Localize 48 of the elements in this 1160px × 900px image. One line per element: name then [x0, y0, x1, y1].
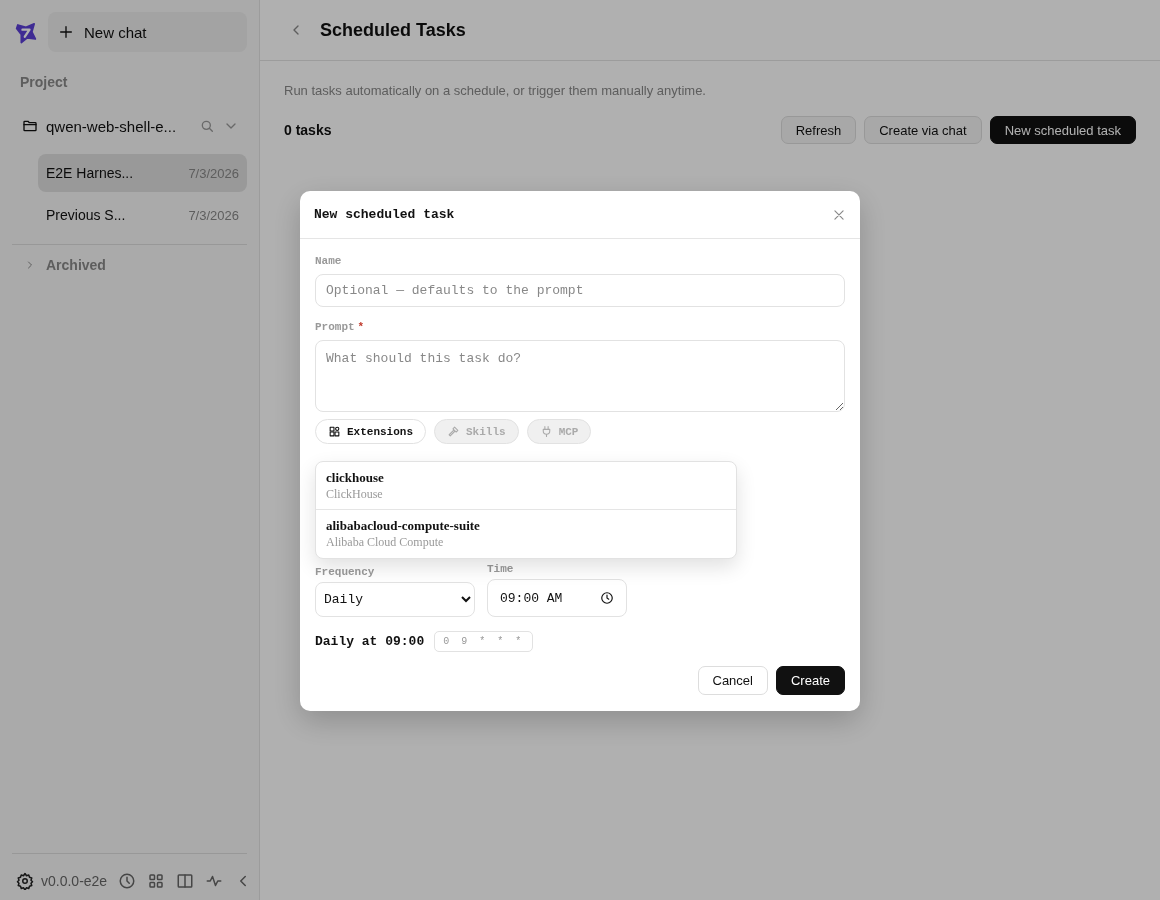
- columns-icon[interactable]: [176, 872, 195, 890]
- section-label: Project: [20, 74, 69, 90]
- prompt-field[interactable]: What should this task do?: [315, 340, 845, 412]
- option-name: clickhouse: [326, 470, 385, 486]
- session-date: 7/3/2026: [188, 165, 239, 181]
- history-icon[interactable]: [118, 872, 137, 890]
- filter-chip[interactable]: Extensions: [315, 419, 426, 444]
- field-label: Time: [487, 563, 515, 575]
- close-icon[interactable]: [832, 207, 846, 222]
- page-title: Scheduled Tasks: [320, 19, 466, 41]
- option-description: Alibaba Cloud Compute: [326, 535, 445, 550]
- action-button[interactable]: Refresh: [780, 116, 857, 144]
- session-title: Previous S...: [46, 207, 126, 223]
- field-label: Name: [315, 255, 343, 267]
- blocks-icon: [328, 425, 341, 438]
- schedule-summary: Daily at 09:00: [315, 634, 425, 649]
- frequency-select[interactable]: Daily: [315, 582, 475, 617]
- option-description: ClickHouse: [326, 487, 384, 502]
- create-button[interactable]: Create: [775, 666, 845, 695]
- plus-icon: [58, 24, 74, 40]
- new-task-button[interactable]: New scheduled task: [989, 116, 1136, 144]
- clock-icon: [600, 591, 614, 605]
- option-name: alibabacloud-compute-suite: [326, 518, 481, 534]
- cron-expression: 0 9 * * *: [434, 631, 534, 652]
- field-label: Prompt: [315, 321, 355, 333]
- settings-icon[interactable]: [16, 872, 34, 890]
- session-date: 7/3/2026: [188, 207, 239, 223]
- session-item[interactable]: E2E Harnes... 7/3/2026: [38, 154, 247, 192]
- folder-icon: [22, 118, 38, 134]
- dialog-title: New scheduled task: [314, 207, 455, 222]
- project-name[interactable]: qwen-web-shell-e...: [46, 117, 191, 135]
- new-chat-button[interactable]: New chat: [48, 12, 247, 52]
- name-field[interactable]: Optional — defaults to the prompt: [315, 274, 845, 307]
- action-button[interactable]: Create via chat: [864, 116, 982, 144]
- task-count: 0 tasks: [284, 122, 333, 138]
- cancel-button[interactable]: Cancel: [697, 666, 768, 695]
- version-label: v0.0.0-e2e: [41, 873, 108, 889]
- required-mark: *: [357, 321, 365, 333]
- field-label: Frequency: [315, 566, 376, 578]
- grid-icon[interactable]: [147, 872, 166, 890]
- search-icon[interactable]: [199, 118, 215, 134]
- time-field[interactable]: 09:00 AM: [487, 579, 627, 617]
- session-title: E2E Harnes...: [46, 165, 134, 181]
- extension-option[interactable]: clickhouse ClickHouse: [316, 462, 736, 510]
- page-description: Run tasks automatically on a schedule, or trigger them manually anytime.: [284, 83, 707, 98]
- extension-option[interactable]: alibabacloud-compute-suite Alibaba Cloud Compute: [316, 510, 736, 558]
- hammer-icon: [447, 425, 460, 438]
- session-item[interactable]: Previous S... 7/3/2026: [38, 196, 247, 234]
